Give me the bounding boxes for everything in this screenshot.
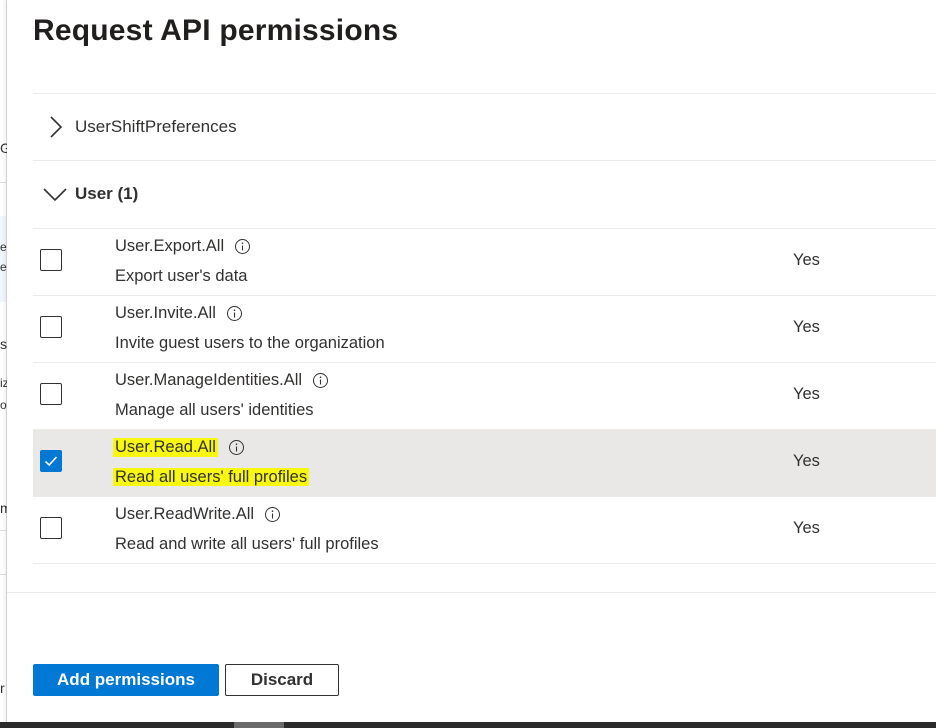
- group-user[interactable]: User (1): [33, 161, 936, 227]
- permission-description: Read and write all users' full profiles: [115, 535, 379, 553]
- permission-name-text: User.Invite.All: [115, 304, 216, 322]
- page-title: Request API permissions: [33, 14, 399, 47]
- info-icon[interactable]: [264, 506, 281, 523]
- permission-description: Invite guest users to the organization: [115, 334, 385, 352]
- permission-name: User.ManageIdentities.All: [115, 371, 329, 390]
- permission-name: User.Export.All: [115, 237, 251, 256]
- scrollbar-thumb[interactable]: [234, 722, 284, 728]
- background-text-fragment: e: [0, 260, 7, 274]
- background-divider: [0, 182, 6, 183]
- group-label: UserShiftPreferences: [75, 117, 237, 136]
- checkmark-icon: [44, 456, 58, 467]
- permission-checkbox[interactable]: [40, 517, 62, 539]
- background-text-fragment: r: [0, 680, 5, 696]
- permission-name: User.Invite.All: [115, 304, 243, 323]
- discard-button[interactable]: Discard: [225, 664, 339, 696]
- permission-name: User.ReadWrite.All: [115, 505, 281, 524]
- footer-divider: [7, 592, 936, 593]
- background-page-strip: G er e si iz oi m r: [0, 0, 12, 728]
- permission-row-user-export-all[interactable]: User.Export.All Export user's data Yes: [33, 229, 936, 296]
- permission-description-text: Read all users' full profiles: [113, 468, 310, 486]
- permission-name-text: User.ManageIdentities.All: [115, 371, 303, 389]
- permission-name-text: User.Export.All: [115, 237, 225, 255]
- info-icon[interactable]: [228, 439, 245, 456]
- chevron-right-icon: [50, 116, 63, 138]
- group-label: User (1): [75, 184, 139, 203]
- admin-consent-value: Yes: [793, 318, 820, 336]
- permission-checkbox[interactable]: [40, 450, 62, 472]
- permission-name-text: User.ReadWrite.All: [115, 505, 255, 523]
- permission-row-user-readwrite-all[interactable]: User.ReadWrite.All Read and write all us…: [33, 497, 936, 564]
- admin-consent-value: Yes: [793, 251, 820, 269]
- admin-consent-value: Yes: [793, 452, 820, 470]
- request-api-permissions-panel: Request API permissions UserShiftPrefere…: [7, 0, 936, 728]
- permission-checkbox[interactable]: [40, 383, 62, 405]
- permission-name-text: User.Read.All: [113, 438, 218, 457]
- permission-checkbox[interactable]: [40, 249, 62, 271]
- group-usershiftpreferences[interactable]: UserShiftPreferences: [33, 94, 936, 160]
- admin-consent-value: Yes: [793, 385, 820, 403]
- permission-description: Read all users' full profiles: [113, 468, 310, 487]
- background-divider: [0, 530, 6, 531]
- permission-description: Export user's data: [115, 267, 248, 285]
- info-icon[interactable]: [226, 305, 243, 322]
- add-permissions-button[interactable]: Add permissions: [33, 664, 219, 696]
- info-icon[interactable]: [312, 372, 329, 389]
- background-highlight: [0, 216, 6, 302]
- background-divider: [0, 574, 6, 575]
- permission-row-user-invite-all[interactable]: User.Invite.All Invite guest users to th…: [33, 296, 936, 363]
- permission-row-user-manageidentities-all[interactable]: User.ManageIdentities.All Manage all use…: [33, 363, 936, 430]
- permission-row-user-read-all[interactable]: User.Read.All Read all users' full profi…: [33, 430, 936, 497]
- permission-checkbox[interactable]: [40, 316, 62, 338]
- permission-description: Manage all users' identities: [115, 401, 314, 419]
- permission-name: User.Read.All: [113, 438, 245, 457]
- admin-consent-value: Yes: [793, 519, 820, 537]
- horizontal-scrollbar[interactable]: [0, 722, 936, 728]
- info-icon[interactable]: [234, 238, 251, 255]
- chevron-down-icon: [43, 188, 67, 202]
